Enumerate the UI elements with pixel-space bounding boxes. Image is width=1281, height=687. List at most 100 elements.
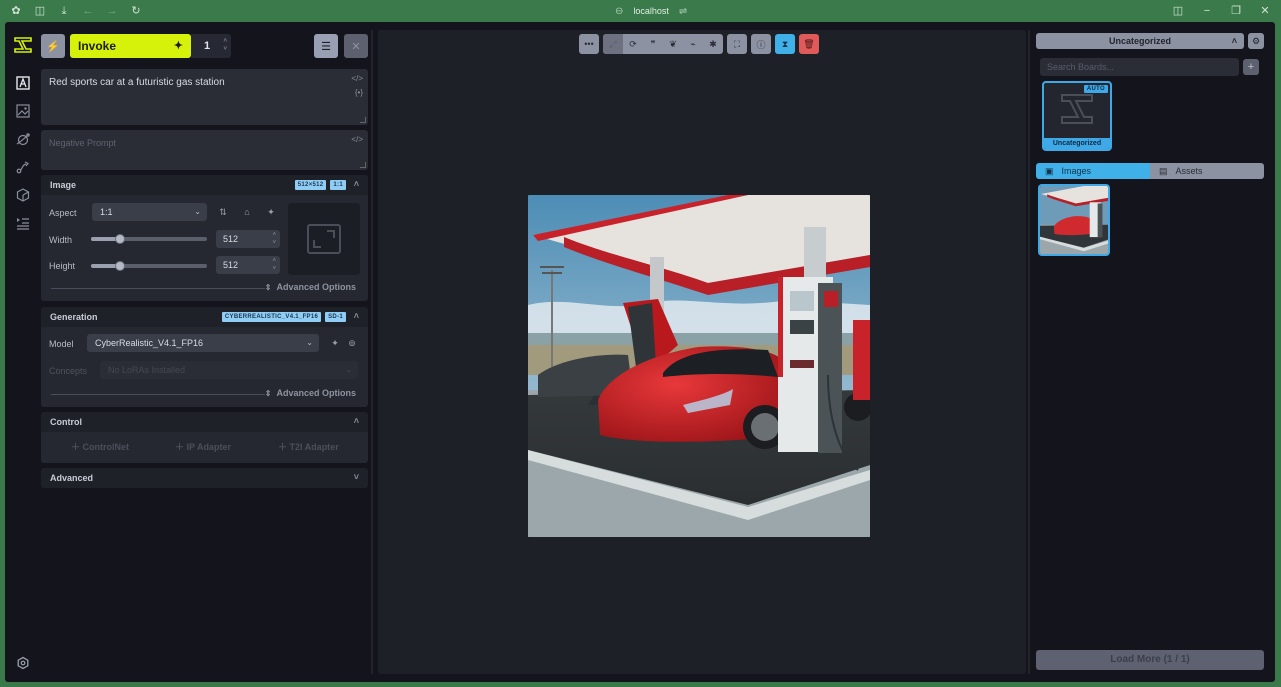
use-prompt-button[interactable]: ❞ <box>643 34 663 54</box>
back-icon[interactable]: ← <box>81 4 95 18</box>
use-seed-button[interactable]: ❦ <box>663 34 683 54</box>
rail-text-to-image[interactable] <box>14 74 32 92</box>
chevron-up-icon[interactable]: ˄ <box>354 416 359 426</box>
upscale-button[interactable]: ⛶ <box>727 34 747 54</box>
stepper-arrows-icon[interactable]: ˄ ˅ <box>223 37 227 53</box>
expand-icon <box>307 224 341 254</box>
tab-assets[interactable]: ▤ Assets <box>1150 163 1264 179</box>
model-settings-icon[interactable]: ⊚ <box>345 336 359 350</box>
add-ip-adapter-button[interactable]: ＋ IP Adapter <box>175 440 231 453</box>
embedding-icon[interactable]: {•} <box>355 88 363 97</box>
height-value: 512 <box>223 260 239 270</box>
sidebar-icon[interactable]: ◫ <box>33 4 47 18</box>
use-prompt-icon: ⤢ <box>609 38 617 49</box>
minimize-icon[interactable]: − <box>1200 4 1214 18</box>
address-bar[interactable]: ⊖ localhost ⇌ <box>615 4 687 18</box>
generation-section-header[interactable]: Generation CYBERREALISTIC_V4.1_FP16 SD-1… <box>41 307 368 327</box>
delete-button[interactable]: 🗑 <box>799 34 819 54</box>
more-button[interactable]: ••• <box>579 34 599 54</box>
rail-models[interactable] <box>14 186 32 204</box>
remix-button[interactable]: ⟳ <box>623 34 643 54</box>
close-icon: ✕ <box>351 40 361 53</box>
use-all-button[interactable]: ⤢ <box>603 34 623 54</box>
positive-prompt-input[interactable]: Red sports car at a futuristic gas stati… <box>41 69 368 125</box>
load-more-button[interactable]: Load More (1 / 1) <box>1036 650 1264 670</box>
close-window-icon[interactable]: ✕ <box>1258 4 1272 18</box>
width-value: 512 <box>223 234 239 244</box>
tune-icon[interactable]: ⇌ <box>679 6 687 17</box>
quick-invoke-button[interactable]: ⚡ <box>41 34 65 58</box>
sparkles-icon: ✦ <box>173 40 183 52</box>
stepper-arrows-icon[interactable]: ˄ ˅ <box>272 231 276 247</box>
cancel-button[interactable]: ✕ <box>344 34 368 58</box>
height-slider[interactable] <box>91 261 207 271</box>
invoke-button[interactable]: Invoke ✦ <box>70 34 191 58</box>
stepper-arrows-icon[interactable]: ˄ ˅ <box>272 257 276 273</box>
info-button[interactable]: ⓘ <box>751 34 771 54</box>
lock-icon[interactable]: ⌂ <box>240 205 254 219</box>
gallery-thumbnail[interactable] <box>1038 184 1110 256</box>
negative-prompt-input[interactable]: Negative Prompt </> <box>41 130 368 170</box>
restore-icon[interactable]: ❐ <box>1229 4 1243 18</box>
right-resize-handle[interactable] <box>1028 30 1030 674</box>
rail-workflows[interactable] <box>14 158 32 176</box>
iterations-stepper[interactable]: 1 ˄ ˅ <box>191 34 231 58</box>
code-icon[interactable]: </> <box>351 74 363 83</box>
aspect-select[interactable]: 1:1 ⌄ <box>92 203 207 221</box>
add-board-button[interactable]: + <box>1243 59 1259 75</box>
chevron-up-icon[interactable]: ˄ <box>354 179 359 189</box>
resize-handle[interactable] <box>360 162 366 168</box>
generated-image[interactable] <box>528 195 870 537</box>
model-select[interactable]: CyberRealistic_V4.1_FP16 ⌄ <box>87 334 319 352</box>
gallery-settings-button[interactable]: ⚙ <box>1248 33 1264 49</box>
sparkles-icon[interactable]: ✦ <box>328 336 342 350</box>
board-select[interactable]: Uncategorized ˄ <box>1036 33 1244 49</box>
gallery-tabs: ▣ Images ▤ Assets <box>1036 163 1264 179</box>
sparkles-icon[interactable]: ✦ <box>264 205 278 219</box>
code-icon[interactable]: </> <box>351 135 363 144</box>
reload-icon[interactable]: ↻ <box>129 4 143 18</box>
generation-advanced-toggle[interactable]: ⇕ Advanced Options <box>51 387 358 401</box>
image-icon <box>16 104 30 118</box>
forward-icon[interactable]: → <box>105 4 119 18</box>
section-title: Control <box>50 417 82 427</box>
flow-icon <box>16 161 29 174</box>
button-label: T2I Adapter <box>289 442 339 452</box>
height-input[interactable]: 512 ˄ ˅ <box>216 256 280 274</box>
add-t2i-adapter-button[interactable]: ＋ T2I Adapter <box>278 440 339 453</box>
chevron-down-icon[interactable]: ˅ <box>354 472 359 482</box>
width-input[interactable]: 512 ˄ ˅ <box>216 230 280 248</box>
queue-list-icon <box>17 218 29 230</box>
chevron-up-icon[interactable]: ˄ <box>354 311 359 321</box>
resize-handle[interactable] <box>360 117 366 123</box>
advanced-section-header[interactable]: Advanced ˅ <box>41 468 368 488</box>
split-view-icon[interactable]: ◫ <box>1171 4 1185 18</box>
left-resize-handle[interactable] <box>371 30 373 674</box>
rail-image-to-image[interactable] <box>14 102 32 120</box>
extensions-icon[interactable]: ✿ <box>9 4 23 18</box>
use-all-params-button[interactable]: ✱ <box>703 34 723 54</box>
concepts-select[interactable]: No LoRAs Installed ⌄ <box>100 361 358 379</box>
aspect-value: 1:1 <box>100 207 113 217</box>
plus-icon: + <box>1247 61 1255 73</box>
download-icon[interactable]: ⤓ <box>57 4 71 18</box>
control-section-header[interactable]: Control ˄ <box>41 412 368 432</box>
queue-list-button[interactable]: ☰ <box>314 34 338 58</box>
swap-dimensions-icon[interactable]: ⇅ <box>216 205 230 219</box>
settings-button[interactable] <box>14 654 32 672</box>
add-controlnet-button[interactable]: ＋ ControlNet <box>71 440 129 453</box>
width-slider[interactable] <box>91 234 207 244</box>
image-advanced-toggle[interactable]: ⇕ Advanced Options <box>51 281 358 295</box>
progress-button[interactable]: ⧗ <box>775 34 795 54</box>
search-boards-input[interactable] <box>1040 58 1239 76</box>
tab-images[interactable]: ▣ Images <box>1036 163 1150 179</box>
rail-queue[interactable] <box>14 214 32 232</box>
slider-thumb[interactable] <box>115 261 125 271</box>
slider-thumb[interactable] <box>115 234 125 244</box>
chevron-down-icon: ⌄ <box>345 365 352 374</box>
image-section-header[interactable]: Image 512×512 1:1 ˄ <box>41 175 368 195</box>
board-card-uncategorized[interactable]: AUTO Uncategorized <box>1042 81 1112 151</box>
use-size-button[interactable]: ⌁ <box>683 34 703 54</box>
rail-unified-canvas[interactable] <box>14 130 32 148</box>
load-more-label: Load More (1 / 1) <box>1110 654 1190 665</box>
